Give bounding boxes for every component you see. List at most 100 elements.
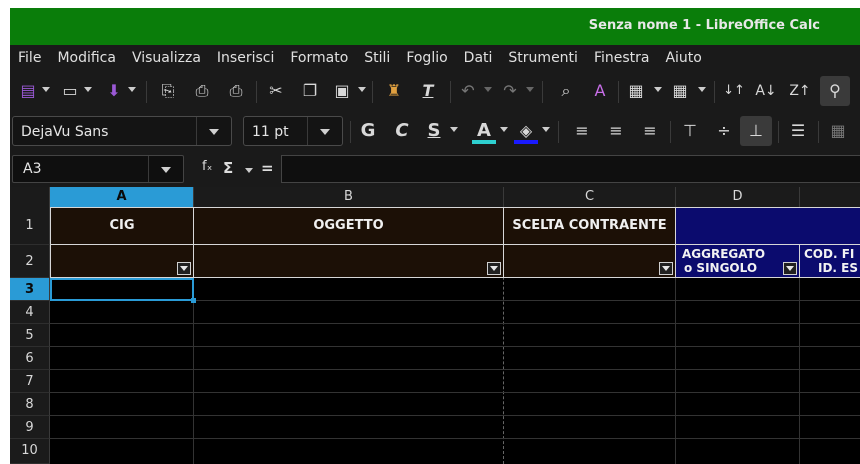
row-header-8[interactable]: 8 [10,393,50,416]
fill-handle[interactable] [191,298,196,303]
cell-c1[interactable]: SCELTA CONTRAENTE [503,207,676,245]
font-color-dropdown-icon[interactable] [500,127,508,132]
sort-ascending-icon[interactable]: A↓ [754,80,778,102]
formula-icon[interactable]: = [261,159,274,177]
row-header-5[interactable]: 5 [10,324,50,347]
name-box-dropdown-icon[interactable] [148,156,183,182]
save-icon[interactable]: ⬇ [102,80,126,102]
menu-visualizza[interactable]: Visualizza [124,45,209,71]
font-size-combo[interactable]: 11 pt [243,116,343,146]
menu-modifica[interactable]: Modifica [49,45,124,71]
row-header-3[interactable]: 3 [10,278,50,301]
find-replace-icon[interactable]: ⌕ [554,80,578,102]
paste-dropdown-icon[interactable] [358,87,366,92]
copy-icon[interactable]: ❐ [298,80,322,102]
autofilter-c-icon[interactable] [659,262,673,275]
cell-b1[interactable]: OGGETTO [193,207,504,245]
column-icon[interactable]: ▦ [668,80,692,102]
open-folder-icon[interactable]: ▭ [58,80,82,102]
menu-formato[interactable]: Formato [282,45,356,71]
font-name-combo[interactable]: DejaVu Sans [12,116,232,146]
font-size-value: 11 pt [252,124,289,140]
menu-file[interactable]: File [10,45,49,71]
print-icon[interactable]: ⎙ [190,80,214,102]
function-wizard-icon[interactable]: fₓ [202,159,212,174]
cut-icon[interactable]: ✂ [264,80,288,102]
print-preview-icon[interactable]: ⎙ [224,80,248,102]
sum-dropdown-icon[interactable] [245,168,253,173]
column-header-c[interactable]: C [504,187,676,207]
menu-finestra[interactable]: Finestra [586,45,658,71]
align-right-icon[interactable]: ≡ [638,120,662,142]
save-dropdown-icon[interactable] [128,87,136,92]
row-header-7[interactable]: 7 [10,370,50,393]
wrap-text-icon[interactable]: ☰ [786,120,810,142]
clone-formatting-icon[interactable]: ♜ [382,80,406,102]
paste-icon[interactable]: ▣ [330,80,354,102]
font-color-icon[interactable]: A [472,120,496,144]
autofilter-a-icon[interactable] [177,262,191,275]
menu-strumenti[interactable]: Strumenti [500,45,586,71]
redo-icon[interactable]: ↷ [498,80,522,102]
row-header-1[interactable]: 1 [10,207,50,245]
undo-icon[interactable]: ↶ [456,80,480,102]
cell-b2[interactable] [193,244,504,278]
bold-icon[interactable]: G [356,120,380,142]
sort-icon[interactable]: ↓↑ [722,80,746,102]
column-header-d[interactable]: D [676,187,800,207]
cell-c2[interactable] [503,244,676,278]
name-box[interactable]: A3 [12,155,184,183]
center-vertically-icon[interactable]: ÷ [712,120,736,142]
row-icon[interactable]: ▦ [624,80,648,102]
align-bottom-icon[interactable]: ⊥ [740,116,772,146]
font-size-dropdown-icon[interactable] [307,117,342,145]
underline-dropdown-icon[interactable] [450,127,458,132]
row-header-6[interactable]: 6 [10,347,50,370]
menu-inserisci[interactable]: Inserisci [209,45,282,71]
column-dropdown-icon[interactable] [698,87,706,92]
column-header-e[interactable] [800,187,860,207]
autofilter-d-icon[interactable] [783,262,797,275]
menu-stili[interactable]: Stili [356,45,398,71]
cell-d1[interactable] [675,207,860,245]
spelling-icon[interactable]: A [588,80,612,102]
sum-icon[interactable]: Σ [223,159,233,177]
new-dropdown-icon[interactable] [42,87,50,92]
open-dropdown-icon[interactable] [84,87,92,92]
autofilter-icon[interactable]: ⚲ [820,76,850,106]
column-header-a[interactable]: A [50,187,194,207]
row-header-10[interactable]: 10 [10,439,50,464]
background-color-icon[interactable]: ◈ [514,120,538,144]
sheet-grid[interactable]: CIG OGGETTO SCELTA CONTRAENTE AGGREGATO … [50,207,860,464]
underline-icon[interactable]: S [422,120,446,142]
cell-a1[interactable]: CIG [50,207,194,245]
select-all-corner[interactable] [10,187,50,207]
align-top-icon[interactable]: ⊤ [678,120,702,142]
font-name-dropdown-icon[interactable] [196,117,231,145]
cell-d2[interactable]: AGGREGATO o SINGOLO [675,244,800,278]
align-left-icon[interactable]: ≡ [570,120,594,142]
cell-a2[interactable] [50,244,194,278]
column-header-b[interactable]: B [194,187,504,207]
menu-foglio[interactable]: Foglio [398,45,455,71]
row-header-9[interactable]: 9 [10,416,50,439]
background-color-dropdown-icon[interactable] [542,127,550,132]
export-pdf-icon[interactable]: ⎘ [156,80,180,102]
row-header-4[interactable]: 4 [10,301,50,324]
cell-e2[interactable]: COD. FI ID. ES [799,244,860,278]
clear-formatting-icon[interactable]: T [416,80,440,102]
menu-aiuto[interactable]: Aiuto [657,45,709,71]
redo-dropdown-icon[interactable] [526,87,534,92]
autofilter-b-icon[interactable] [487,262,501,275]
row-dropdown-icon[interactable] [654,87,662,92]
menu-dati[interactable]: Dati [456,45,501,71]
formula-input[interactable] [281,155,860,183]
new-document-icon[interactable]: ▤ [16,80,40,102]
sort-descending-icon[interactable]: Z↑ [788,80,812,102]
undo-dropdown-icon[interactable] [484,87,492,92]
align-center-icon[interactable]: ≡ [604,120,628,142]
active-cell-a3[interactable] [50,278,194,301]
row-header-2[interactable]: 2 [10,245,50,278]
italic-icon[interactable]: C [390,120,414,142]
merge-cells-icon[interactable]: ▦ [826,120,850,142]
